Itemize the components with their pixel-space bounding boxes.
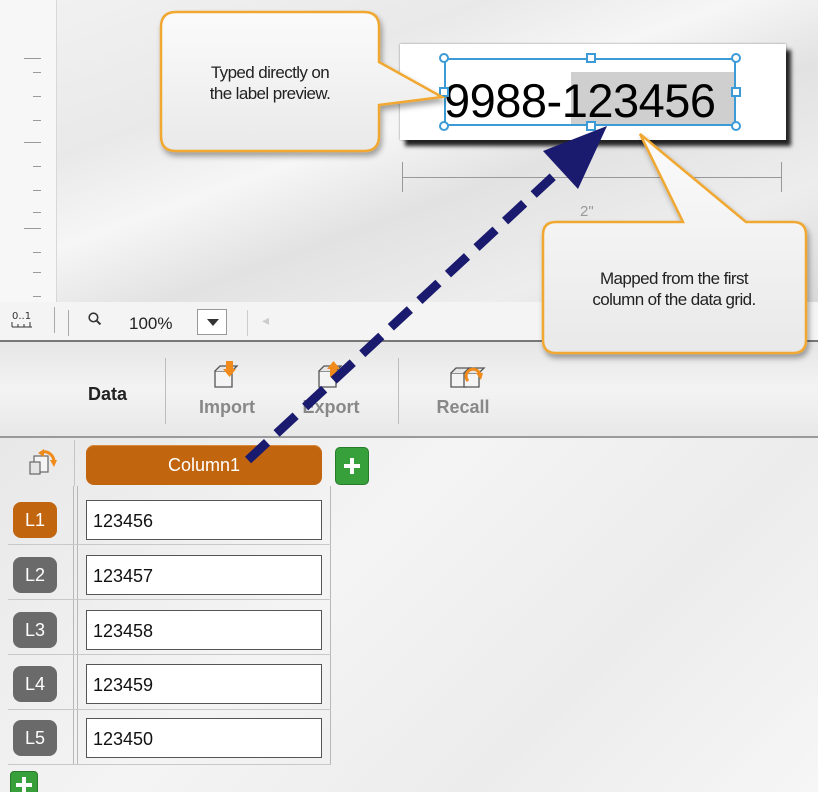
mapping-arrow — [244, 166, 564, 464]
annotation-overlay — [159, 10, 808, 464]
app-window: 9988-123456 2" 0..1 100% ◂ Data Import E… — [0, 0, 818, 792]
callout-typed-text: Typed directly on the label preview. — [170, 62, 370, 104]
callout-mapped-text: Mapped from the first column of the data… — [546, 268, 802, 310]
callout-mapped-line2: column of the data grid. — [592, 290, 756, 309]
callout-mapped-line1: Mapped from the first — [599, 269, 749, 288]
callout-typed-line1: Typed directly on — [210, 63, 330, 82]
callout-typed-line2: the label preview. — [209, 84, 331, 103]
